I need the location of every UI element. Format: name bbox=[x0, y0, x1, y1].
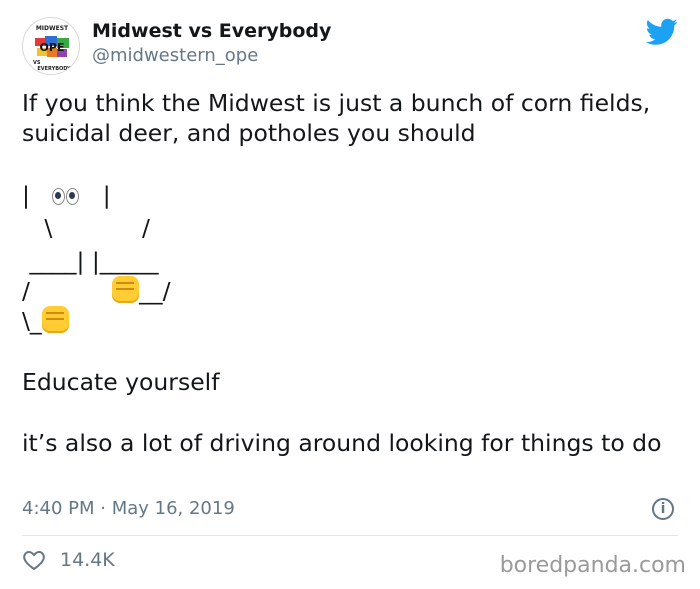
avatar-ring-bottom: EVERYBODY bbox=[37, 66, 71, 72]
author-display-name[interactable]: Midwest vs Everybody bbox=[92, 20, 331, 42]
ascii-line-3: ____| |_____ bbox=[22, 247, 159, 275]
avatar-ring-top: MIDWEST bbox=[36, 25, 69, 32]
tweet-also-line: it’s also a lot of driving around lookin… bbox=[22, 429, 662, 457]
eyes-icon bbox=[52, 181, 80, 209]
avatar[interactable]: MIDWEST OPE VS EVERYBODY bbox=[22, 17, 80, 75]
twitter-bird-icon[interactable] bbox=[646, 18, 678, 46]
divider bbox=[22, 535, 678, 536]
like-count[interactable]: 14.4K bbox=[60, 549, 115, 571]
avatar-center-text: OPE bbox=[40, 41, 65, 54]
author-handle[interactable]: @midwestern_ope bbox=[92, 45, 258, 66]
heart-icon[interactable] bbox=[22, 549, 46, 571]
tweet-educate-line: Educate yourself bbox=[22, 368, 220, 396]
info-icon[interactable]: i bbox=[652, 498, 674, 520]
ascii-line-1: | | bbox=[22, 181, 111, 209]
tweet-text: If you think the Midwest is just a bunch… bbox=[22, 89, 651, 147]
tweet-timestamp[interactable]: 4:40 PM · May 16, 2019 bbox=[22, 498, 235, 519]
fist-icon bbox=[112, 276, 140, 303]
fist-icon bbox=[41, 306, 69, 333]
ascii-line-5: \_ bbox=[22, 306, 69, 336]
watermark: boredpanda.com bbox=[499, 553, 686, 578]
ascii-line-2: \ / bbox=[22, 214, 150, 242]
ascii-line-4: / __/ bbox=[22, 276, 171, 305]
